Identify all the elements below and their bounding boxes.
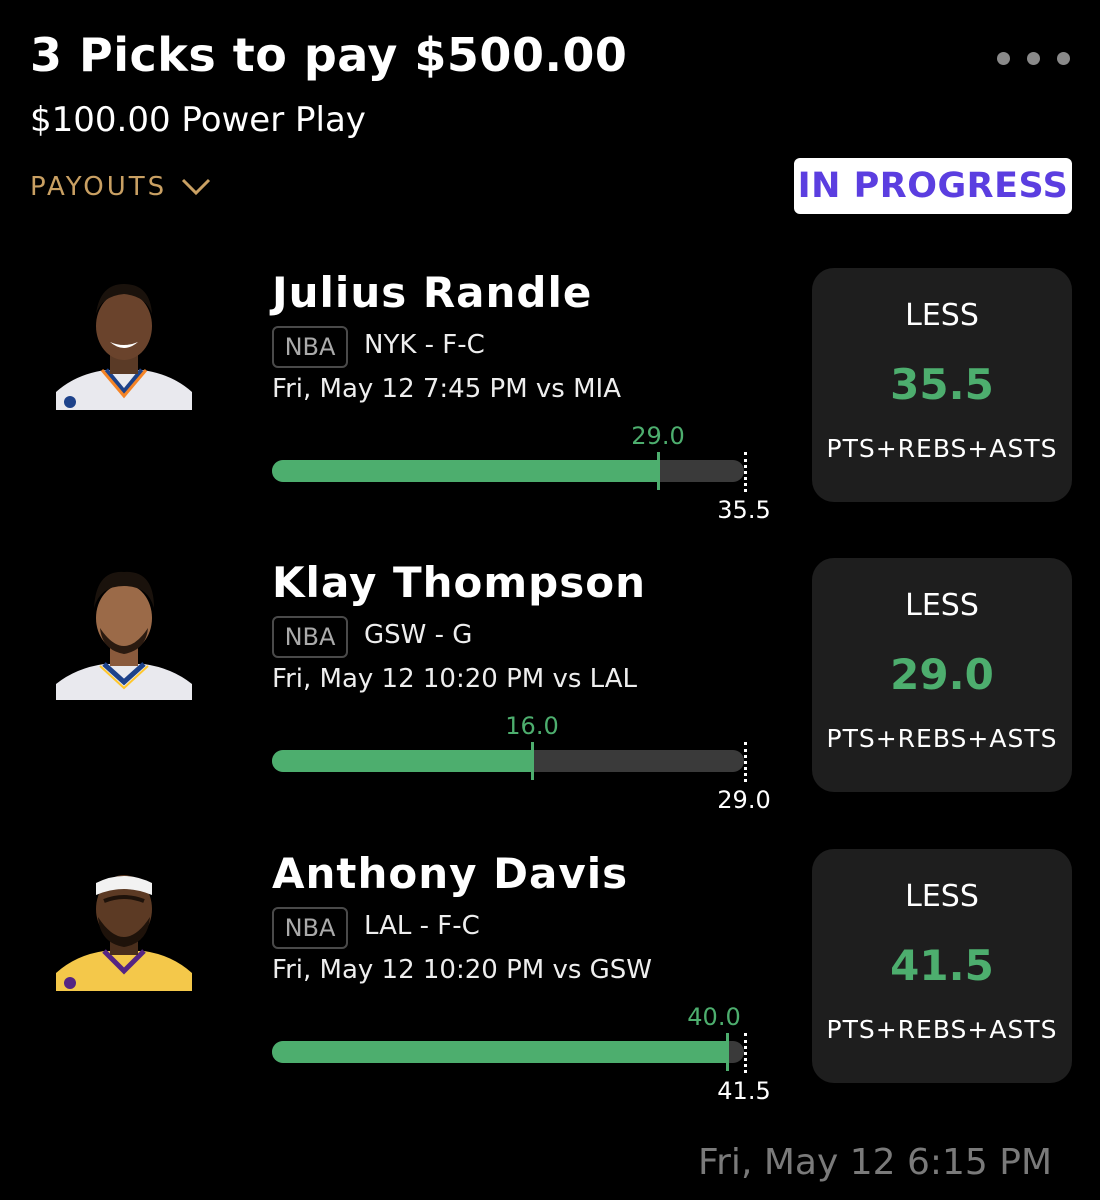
progress-track [272,750,744,772]
player-name: Klay Thompson [272,558,646,607]
pick-row: Anthony Davis NBA LAL - F-C Fri, May 12 … [0,849,1100,1105]
payouts-toggle[interactable]: PAYOUTS [30,172,211,202]
chevron-down-icon [182,178,211,196]
projection-line: 41.5 [890,941,994,990]
current-stat-label: 16.0 [505,712,559,740]
game-info: Fri, May 12 10:20 PM vs LAL [272,664,637,694]
target-marker [744,742,747,782]
team-position: NYK - F-C [364,330,485,360]
player-name: Anthony Davis [272,849,629,898]
game-info: Fri, May 12 10:20 PM vs GSW [272,955,652,985]
target-label: 35.5 [717,496,771,524]
projection-line: 29.0 [890,650,994,699]
pick-row: Julius Randle NBA NYK - F-C Fri, May 12 … [0,268,1100,524]
payouts-label: PAYOUTS [30,172,168,202]
progress-fill [272,1041,727,1063]
entry-subtitle: $100.00 Power Play [30,100,366,140]
stat-progress: 29.0 35.5 [272,408,771,524]
progress-track [272,460,744,482]
league-badge: NBA [272,907,348,949]
team-position: GSW - G [364,620,473,650]
player-avatar [56,274,192,410]
projection-direction: LESS [905,879,979,914]
timestamp: Fri, May 12 6:15 PM [698,1142,1052,1183]
projection-card[interactable]: LESS 41.5 PTS+REBS+ASTS [812,849,1072,1083]
projection-stat-type: PTS+REBS+ASTS [826,434,1058,463]
stat-progress: 40.0 41.5 [272,989,771,1105]
target-marker [744,1033,747,1073]
current-stat-marker [531,742,534,780]
projection-stat-type: PTS+REBS+ASTS [826,1015,1058,1044]
player-avatar [56,855,192,991]
current-stat-marker [657,452,660,490]
target-marker [744,452,747,492]
target-label: 41.5 [717,1077,771,1105]
target-label: 29.0 [717,786,771,814]
league-badge: NBA [272,326,348,368]
stat-progress: 16.0 29.0 [272,698,771,814]
current-stat-label: 40.0 [687,1003,741,1031]
progress-track [272,1041,744,1063]
projection-card[interactable]: LESS 29.0 PTS+REBS+ASTS [812,558,1072,792]
player-avatar [56,564,192,700]
team-position: LAL - F-C [364,911,480,941]
projection-direction: LESS [905,298,979,333]
progress-fill [272,460,658,482]
more-options-icon[interactable] [997,52,1070,65]
projection-direction: LESS [905,588,979,623]
league-badge: NBA [272,616,348,658]
status-badge: IN PROGRESS [794,158,1072,214]
player-name: Julius Randle [272,268,593,317]
projection-stat-type: PTS+REBS+ASTS [826,724,1058,753]
projection-card[interactable]: LESS 35.5 PTS+REBS+ASTS [812,268,1072,502]
projection-line: 35.5 [890,360,994,409]
pick-row: Klay Thompson NBA GSW - G Fri, May 12 10… [0,558,1100,814]
entry-title: 3 Picks to pay $500.00 [30,28,628,82]
progress-fill [272,750,532,772]
current-stat-marker [726,1033,729,1071]
game-info: Fri, May 12 7:45 PM vs MIA [272,374,621,404]
current-stat-label: 29.0 [631,422,685,450]
